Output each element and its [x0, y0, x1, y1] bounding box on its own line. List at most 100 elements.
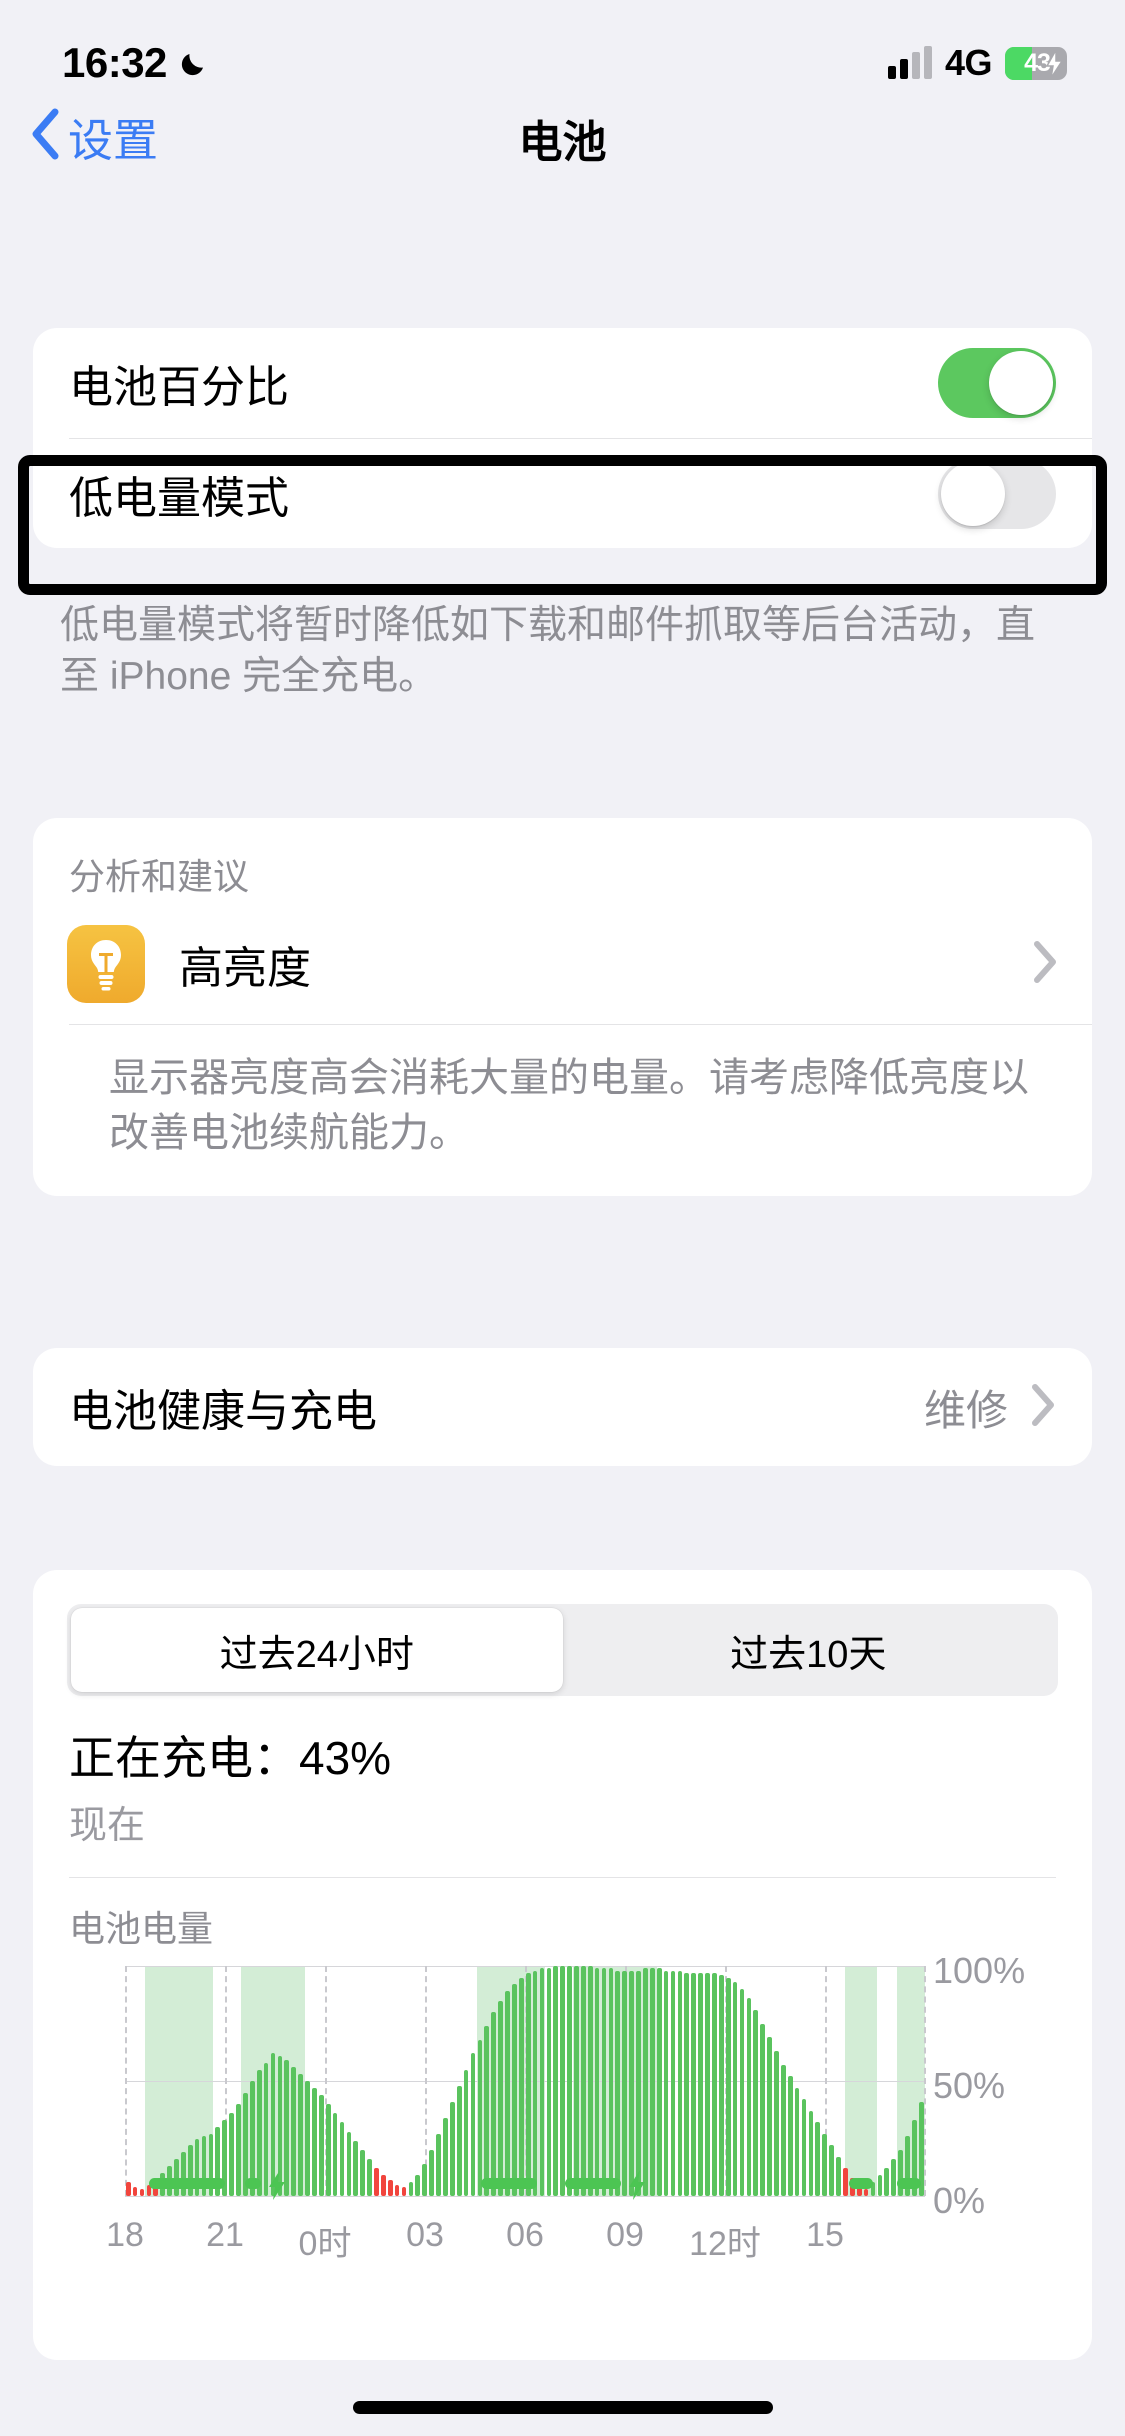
chart-bar	[739, 1989, 745, 2196]
suggestion-description: 显示器亮度高会消耗大量的电量。请考虑降低亮度以改善电池续航能力。	[109, 1056, 1029, 1156]
charging-status-time: 现在	[69, 1805, 146, 1847]
suggestion-row-high-brightness[interactable]: 高亮度	[33, 904, 1092, 1024]
chart-bar	[608, 1968, 614, 2196]
chart-bar	[622, 1970, 628, 2196]
status-bar-right: 4G 43	[887, 42, 1067, 84]
chart-bar	[601, 1968, 607, 2196]
chart-bar	[525, 1972, 531, 2196]
chart-bar	[705, 1972, 710, 2196]
battery-health-right: 维修	[924, 1377, 1056, 1438]
low-power-mode-toggle[interactable]	[938, 459, 1056, 529]
network-type-label: 4G	[944, 42, 993, 83]
chart-bar	[567, 1966, 572, 2196]
status-bar-left: 16:32	[62, 39, 211, 87]
chart-bar	[636, 1970, 641, 2196]
chart-bar	[684, 1972, 690, 2196]
battery-health-row[interactable]: 电池健康与充电 维修	[33, 1348, 1092, 1466]
chart-bar	[553, 1966, 559, 2196]
chart-bar	[746, 1998, 752, 2196]
low-power-mode-description: 低电量模式将暂时降低如下载和邮件抓取等后台活动，直至 iPhone 完全充电。	[60, 604, 1036, 699]
chart-bar	[518, 1977, 524, 2196]
chart-bar	[691, 1972, 697, 2196]
chart-bar	[484, 2025, 490, 2196]
chart-bar	[670, 1970, 676, 2196]
chart-bar	[753, 2009, 759, 2196]
toggle-knob	[941, 462, 1005, 526]
chart-x-tick-label: 03	[406, 2216, 444, 2254]
battery-health-value: 维修	[923, 1386, 1008, 1434]
chevron-right-icon	[1032, 940, 1058, 989]
chart-bar	[698, 1972, 703, 2196]
chart-bar	[718, 1975, 724, 2196]
charging-indicator-pill	[245, 2178, 261, 2189]
segment-last-24-hours[interactable]: 过去24小时	[71, 1608, 563, 1692]
analytics-suggestions-card: 分析和建议 高亮度 显示器亮度高会消耗大量的电量。请考虑降低亮度以改善电池续航能…	[33, 818, 1092, 1196]
battery-usage-card: 过去24小时 过去10天 正在充电：43% 现在 电池电量 100% 50% 0% …	[33, 1570, 1092, 2360]
chart-bar	[587, 1966, 593, 2196]
chart-bar	[498, 2000, 503, 2196]
battery-percentage-toggle[interactable]	[938, 348, 1056, 418]
battery-settings-screen: 16:32 4G 43 设置 电池 电池百分比 低电量模式 低电量模式将暂时降低…	[0, 0, 1125, 2436]
low-power-mode-label: 低电量模式	[69, 474, 289, 523]
charging-bolt-icon	[267, 2170, 289, 2205]
chart-bar	[532, 1970, 538, 2196]
chart-bars	[125, 1966, 925, 2196]
chart-x-tick-label: 0时	[298, 2225, 352, 2263]
charging-status-text: 正在充电：43%	[69, 1732, 392, 1784]
chart-bar	[643, 1968, 648, 2196]
suggestion-label: 高亮度	[179, 944, 311, 993]
charging-indicator-pill	[149, 2178, 225, 2189]
chart-bar	[546, 1968, 552, 2196]
home-indicator	[352, 2401, 773, 2414]
chart-bar	[594, 1968, 600, 2196]
chart-bar	[539, 1968, 545, 2196]
charging-indicator-pill	[897, 2178, 921, 2189]
chart-y-tick-label: 0%	[933, 2180, 986, 2221]
charging-indicator-pill	[481, 2178, 537, 2189]
chart-bar	[760, 2023, 765, 2196]
chart-bar	[649, 1968, 655, 2196]
chart-bar	[712, 1972, 717, 2196]
charging-bolt-icon	[1045, 46, 1065, 80]
chart-bar	[629, 1970, 634, 2196]
lightbulb-icon	[67, 925, 145, 1003]
charging-bolt-icon	[627, 2170, 649, 2205]
chart-title: 电池电量	[69, 1908, 214, 1949]
chart-x-tick-label: 06	[506, 2216, 544, 2254]
chart-x-tick-label: 12时	[689, 2225, 761, 2263]
charging-pill-row	[125, 2170, 925, 2200]
chart-x-tick-label: 15	[806, 2216, 844, 2254]
chart-bar	[512, 1984, 517, 2196]
time-range-segmented-control[interactable]: 过去24小时 过去10天	[67, 1604, 1058, 1696]
chart-y-tick-label: 100%	[933, 1950, 1026, 1991]
battery-percentage-label: 电池百分比	[69, 363, 289, 412]
chart-x-tick-label: 21	[206, 2216, 244, 2254]
toggle-knob	[989, 351, 1053, 415]
chart-bar	[505, 1991, 510, 2196]
chart-x-tick-label: 09	[606, 2216, 644, 2254]
battery-health-card[interactable]: 电池健康与充电 维修	[33, 1348, 1092, 1466]
charging-indicator-pill	[565, 2178, 621, 2189]
chart-bar	[656, 1968, 662, 2196]
cellular-bars-icon	[887, 46, 932, 79]
chart-bar	[663, 1970, 669, 2196]
chart-plot-area	[125, 1966, 926, 2197]
chart-bar	[677, 1970, 683, 2196]
battery-status-icon: 43	[1005, 46, 1067, 80]
status-bar: 16:32 4G 43	[0, 0, 1125, 100]
chart-bar	[560, 1966, 565, 2196]
chart-bar	[725, 1977, 731, 2196]
analytics-card-title: 分析和建议	[69, 856, 250, 897]
page-title: 电池	[518, 118, 607, 167]
battery-toggles-card: 电池百分比 低电量模式	[33, 328, 1092, 548]
chevron-right-icon	[1030, 1383, 1056, 1432]
low-power-mode-row[interactable]: 低电量模式	[33, 439, 1092, 549]
battery-percentage-row[interactable]: 电池百分比	[33, 328, 1092, 438]
chart-y-tick-label: 50%	[933, 2065, 1006, 2106]
chart-x-axis-labels: 18 21 0时 03 06 09 12时 15	[106, 2216, 925, 2266]
chart-bar	[581, 1966, 586, 2196]
segment-last-10-days[interactable]: 过去10天	[563, 1608, 1055, 1692]
chart-bar	[574, 1966, 579, 2196]
crescent-moon-icon	[177, 46, 211, 80]
chart-bar	[615, 1970, 621, 2196]
